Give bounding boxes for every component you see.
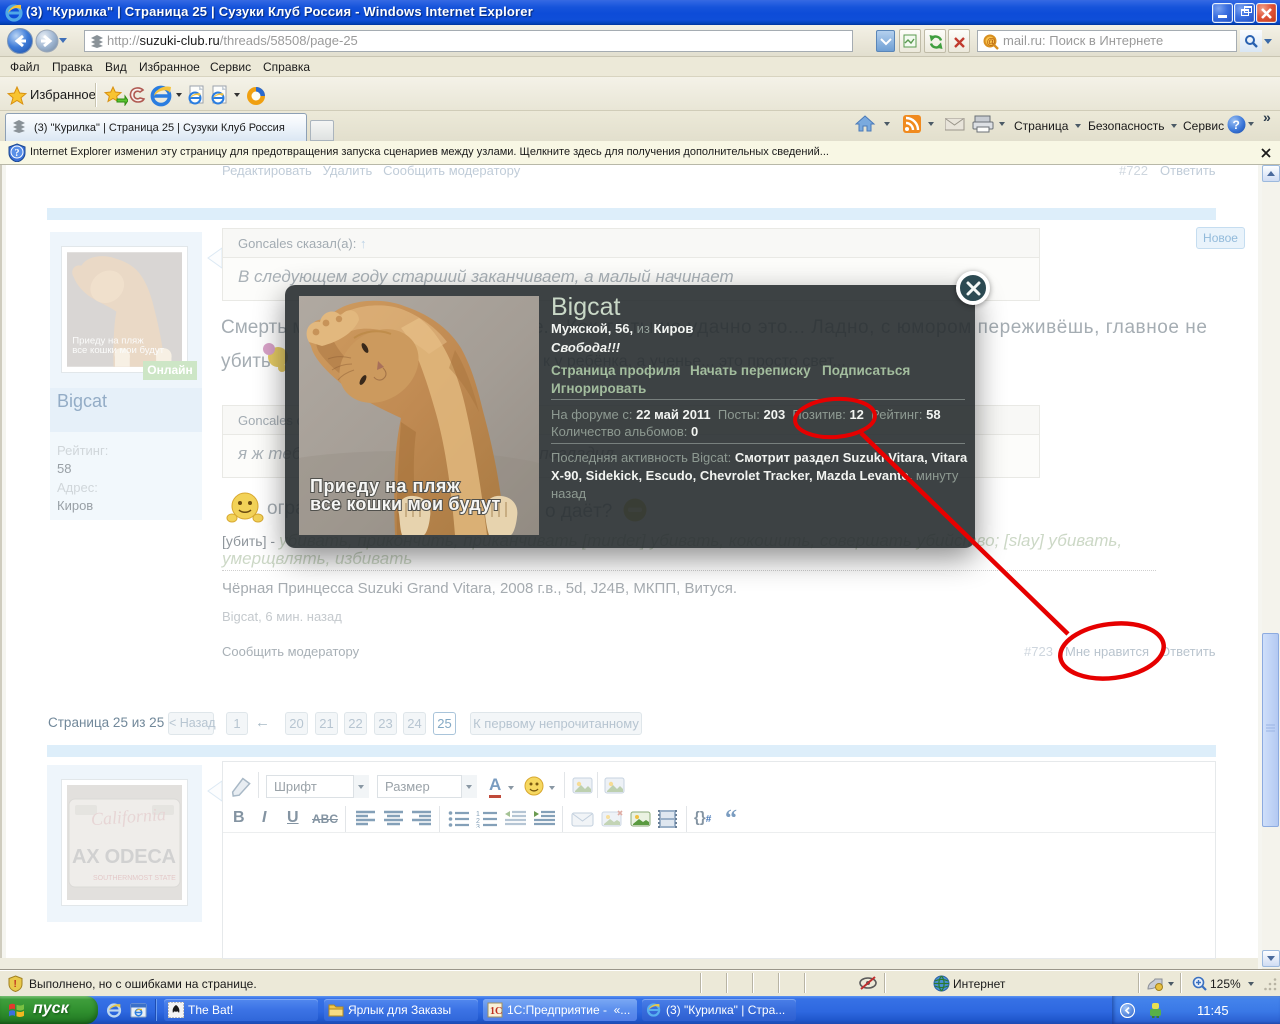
svg-text:SOUTHERNMOST STATE: SOUTHERNMOST STATE [93,875,176,882]
svg-text:1С: 1С [490,1006,502,1017]
svg-text:все кошки мои будут: все кошки мои будут [310,494,501,514]
svg-text:все кошки мои будут: все кошки мои будут [72,345,164,356]
svg-text:?: ? [1233,118,1240,132]
svg-text:Приеду на пляж: Приеду на пляж [310,476,460,496]
svg-text:?: ? [15,148,20,159]
svg-text:3: 3 [476,824,480,828]
svg-text:1: 1 [476,811,480,818]
svg-text:!: ! [14,979,17,990]
svg-text:AX ODECA: AX ODECA [72,846,176,868]
